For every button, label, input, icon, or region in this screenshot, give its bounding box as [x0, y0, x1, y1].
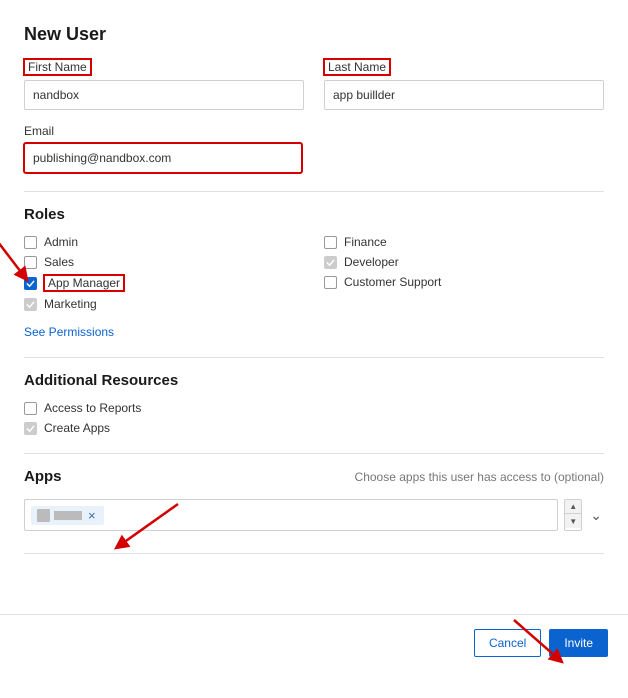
role-label: Developer	[344, 255, 399, 269]
dropdown-chevron-icon[interactable]: ⌄	[588, 499, 604, 531]
checkbox-icon[interactable]	[24, 402, 37, 415]
last-name-label: Last Name	[324, 59, 390, 75]
role-label: Sales	[44, 255, 74, 269]
checkbox-icon[interactable]	[324, 276, 337, 289]
role-customer-support[interactable]: Customer Support	[324, 275, 604, 289]
apps-hint: Choose apps this user has access to (opt…	[355, 470, 604, 484]
divider	[24, 553, 604, 554]
role-label: Admin	[44, 235, 78, 249]
resource-label: Create Apps	[44, 421, 110, 435]
resource-create-apps[interactable]: Create Apps	[24, 421, 604, 435]
roles-heading: Roles	[24, 206, 604, 223]
divider	[24, 191, 604, 192]
invite-button[interactable]: Invite	[549, 629, 608, 657]
divider	[24, 357, 604, 358]
additional-heading: Additional Resources	[24, 372, 604, 389]
first-name-label: First Name	[24, 59, 91, 75]
checkbox-icon[interactable]	[24, 236, 37, 249]
apps-stepper[interactable]: ▲ ▼	[564, 499, 582, 531]
role-admin[interactable]: Admin	[24, 235, 304, 249]
last-name-input[interactable]	[324, 80, 604, 110]
checkbox-icon[interactable]	[24, 256, 37, 269]
apps-heading: Apps	[24, 468, 62, 485]
checkbox-disabled-icon	[24, 298, 37, 311]
role-label: App Manager	[44, 275, 124, 291]
role-app-manager[interactable]: App Manager	[24, 275, 304, 291]
role-label: Customer Support	[344, 275, 441, 289]
role-sales[interactable]: Sales	[24, 255, 304, 269]
role-developer[interactable]: Developer	[324, 255, 604, 269]
role-marketing[interactable]: Marketing	[24, 297, 304, 311]
checkbox-checked-icon[interactable]	[24, 277, 37, 290]
role-finance[interactable]: Finance	[324, 235, 604, 249]
app-icon	[37, 509, 50, 522]
chevron-up-icon[interactable]: ▲	[565, 500, 581, 514]
checkbox-icon[interactable]	[324, 236, 337, 249]
checkbox-disabled-icon	[324, 256, 337, 269]
resource-access-reports[interactable]: Access to Reports	[24, 401, 604, 415]
apps-multiselect[interactable]: ×	[24, 499, 558, 531]
role-label: Marketing	[44, 297, 97, 311]
role-label: Finance	[344, 235, 387, 249]
email-input[interactable]	[24, 143, 302, 173]
cancel-button[interactable]: Cancel	[474, 629, 541, 657]
app-tag[interactable]: ×	[31, 506, 104, 525]
app-name-redacted	[54, 511, 82, 520]
email-label: Email	[24, 124, 302, 138]
see-permissions-link[interactable]: See Permissions	[24, 325, 114, 339]
divider	[24, 453, 604, 454]
chevron-down-icon[interactable]: ▼	[565, 514, 581, 528]
checkbox-disabled-icon	[24, 422, 37, 435]
first-name-input[interactable]	[24, 80, 304, 110]
page-title: New User	[24, 24, 604, 45]
resource-label: Access to Reports	[44, 401, 141, 415]
remove-tag-icon[interactable]: ×	[86, 509, 98, 522]
